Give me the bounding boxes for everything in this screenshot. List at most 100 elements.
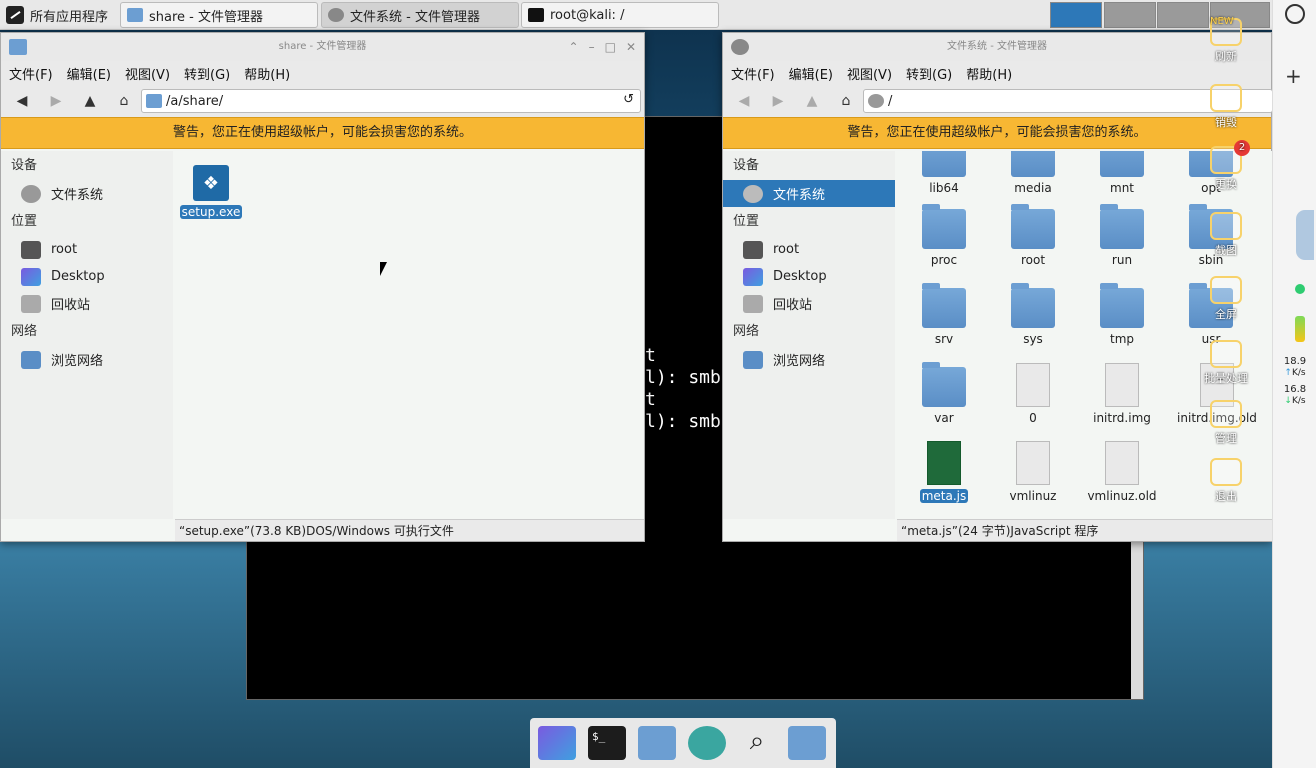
minimize-icon[interactable]: –: [589, 33, 595, 61]
root-warning-banner: 警告，您正在使用超级帐户，可能会损害您的系统。: [1, 117, 644, 149]
replace-button[interactable]: 2 更换: [1196, 140, 1256, 192]
sidebar-item-root[interactable]: root: [723, 236, 895, 263]
fullscreen-button[interactable]: 全屏: [1196, 276, 1256, 322]
task-share-file-manager[interactable]: share - 文件管理器: [120, 2, 318, 28]
sidebar-item-root[interactable]: root: [1, 236, 173, 263]
menu-go[interactable]: 转到(G): [906, 64, 952, 83]
home-icon[interactable]: ⌂: [111, 89, 137, 113]
toolbar: ◀ ▶ ▲ ⌂ /a/share/ ↺: [1, 85, 644, 117]
shade-icon[interactable]: ⌃: [569, 33, 579, 61]
refresh-button[interactable]: NEW 刷新: [1196, 16, 1256, 64]
status-bar: “setup.exe”(73.8 KB)DOS/Windows 可执行文件: [175, 519, 644, 541]
floating-label: 更换: [1215, 178, 1237, 191]
window-title: 文件系统 - 文件管理器: [947, 41, 1047, 52]
drive-icon: [21, 184, 41, 203]
home-icon[interactable]: ⌂: [833, 89, 859, 113]
home-icon: [21, 240, 41, 259]
mouse-cursor-icon: [380, 262, 387, 276]
up-icon[interactable]: ▲: [799, 89, 825, 113]
file-label: vmlinuz: [1009, 489, 1057, 503]
sidebar-item-browse-network[interactable]: 浏览网络: [1, 346, 173, 373]
sidebar-item-filesystem[interactable]: 文件系统: [1, 180, 173, 207]
task-filesystem-file-manager[interactable]: 文件系统 - 文件管理器: [321, 2, 519, 28]
sidebar-item-label: Desktop: [51, 269, 105, 284]
menu-file[interactable]: 文件(F): [9, 64, 53, 83]
battery-icon: [1295, 316, 1305, 342]
menu-view[interactable]: 视图(V): [847, 64, 892, 83]
openai-icon[interactable]: [1285, 4, 1305, 24]
avatar[interactable]: [1296, 210, 1314, 260]
terminal-line: l): smb: [645, 411, 721, 432]
add-icon[interactable]: +: [1285, 64, 1302, 88]
show-desktop-icon[interactable]: [538, 726, 576, 760]
file-manager-icon[interactable]: [638, 726, 676, 760]
folder-item[interactable]: mnt: [1082, 151, 1162, 195]
folder-item[interactable]: lib64: [904, 151, 984, 195]
sidebar-item-browse-network[interactable]: 浏览网络: [723, 346, 895, 373]
window-titlebar[interactable]: share - 文件管理器 ⌃ – □ ✕: [1, 33, 644, 61]
back-icon[interactable]: ◀: [9, 89, 35, 113]
reload-icon[interactable]: ↺: [623, 92, 634, 107]
menu-help[interactable]: 帮助(H): [966, 64, 1012, 83]
folder-icon[interactable]: [788, 726, 826, 760]
folder-item[interactable]: tmp: [1082, 283, 1162, 346]
applications-menu[interactable]: 所有应用程序: [2, 2, 112, 28]
sidebar-item-trash[interactable]: 回收站: [1, 290, 173, 317]
folder-item[interactable]: media: [993, 151, 1073, 195]
file-item[interactable]: initrd.img: [1082, 363, 1162, 425]
menu-edit[interactable]: 编辑(E): [789, 64, 833, 83]
sidebar-item-filesystem[interactable]: 文件系统: [723, 180, 895, 207]
download-unit: K/s: [1291, 396, 1306, 406]
text-file-icon: [1016, 363, 1050, 407]
menu-file[interactable]: 文件(F): [731, 64, 775, 83]
sidebar-item-desktop[interactable]: Desktop: [1, 263, 173, 290]
menu-go[interactable]: 转到(G): [184, 64, 230, 83]
forward-icon[interactable]: ▶: [43, 89, 69, 113]
folder-item[interactable]: srv: [904, 283, 984, 346]
file-label: setup.exe: [179, 205, 243, 219]
sidebar-item-trash[interactable]: 回收站: [723, 290, 895, 317]
location-bar[interactable]: /a/share/ ↺: [141, 89, 641, 113]
up-icon[interactable]: ▲: [77, 89, 103, 113]
sidebar-item-desktop[interactable]: Desktop: [723, 263, 895, 290]
sidebar-item-label: 回收站: [773, 298, 813, 313]
file-item[interactable]: 0: [993, 363, 1073, 425]
workspace-2[interactable]: [1104, 2, 1156, 28]
search-icon[interactable]: ⌕: [738, 726, 776, 760]
menu-edit[interactable]: 编辑(E): [67, 64, 111, 83]
batch-button[interactable]: 批量处理: [1196, 340, 1256, 386]
workspace-1[interactable]: [1050, 2, 1102, 28]
close-icon[interactable]: ✕: [626, 33, 636, 61]
folder-item[interactable]: run: [1082, 204, 1162, 267]
back-icon[interactable]: ◀: [731, 89, 757, 113]
file-item[interactable]: vmlinuz.old: [1082, 441, 1162, 503]
file-item[interactable]: ❖ setup.exe: [175, 165, 251, 219]
screenshot-button[interactable]: 截图: [1196, 212, 1256, 258]
folder-item[interactable]: sys: [993, 283, 1073, 346]
manage-icon: [1210, 400, 1242, 428]
terminal-line: l): smb: [645, 367, 721, 388]
floating-label: 批量处理: [1204, 372, 1248, 385]
file-item[interactable]: meta.js: [904, 441, 984, 503]
manage-button[interactable]: 管理: [1196, 400, 1256, 446]
folder-item[interactable]: proc: [904, 204, 984, 267]
drive-icon: [328, 8, 344, 22]
destroy-button[interactable]: 销毁: [1196, 84, 1256, 130]
maximize-icon[interactable]: □: [605, 33, 616, 61]
applications-menu-label: 所有应用程序: [30, 9, 109, 25]
recycle-file-link-icon: [1105, 441, 1139, 485]
terminal-icon[interactable]: $_: [588, 726, 626, 760]
menu-view[interactable]: 视图(V): [125, 64, 170, 83]
notification-badge: 2: [1234, 140, 1250, 156]
task-terminal[interactable]: root@kali: /: [521, 2, 719, 28]
exit-button[interactable]: 退出: [1196, 458, 1256, 504]
folder-item[interactable]: var: [904, 362, 984, 425]
forward-icon[interactable]: ▶: [765, 89, 791, 113]
file-item[interactable]: vmlinuz: [993, 441, 1073, 503]
file-label: initrd.img: [1093, 411, 1151, 425]
floating-toolbar: NEW 刷新 销毁 2 更换 截图 全屏 批量处理 管理 退出: [1196, 0, 1266, 520]
window-titlebar[interactable]: 文件系统 - 文件管理器: [723, 33, 1271, 61]
browser-icon[interactable]: [688, 726, 726, 760]
folder-item[interactable]: root: [993, 204, 1073, 267]
menu-help[interactable]: 帮助(H): [244, 64, 290, 83]
